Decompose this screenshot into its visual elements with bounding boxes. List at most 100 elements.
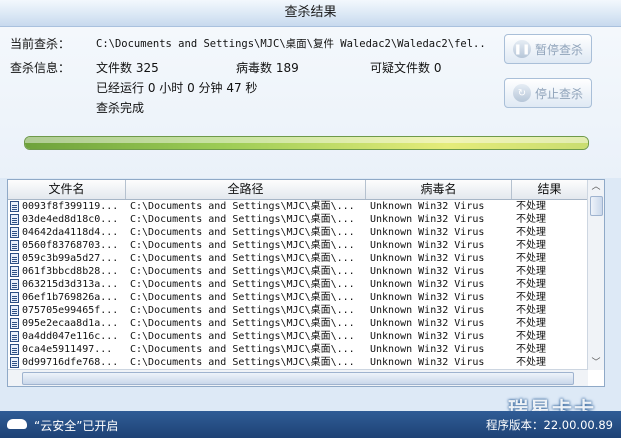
file-icon [10, 318, 19, 329]
stop-scan-button[interactable]: ↻ 停止查杀 [504, 78, 592, 108]
file-icon [10, 201, 19, 212]
scroll-down-icon[interactable]: ﹀ [588, 356, 604, 370]
cell-virusname: Unknown Win32 Virus [370, 253, 485, 264]
scroll-up-icon[interactable]: ︿ [588, 180, 604, 194]
cell-fullpath: C:\Documents and Settings\MJC\桌面\... [130, 253, 355, 264]
table-row[interactable]: 0a4dd047e116c... C:\Documents and Setting… [8, 330, 588, 343]
table-body: 0093f8f399119... C:\Documents and Setting… [8, 200, 588, 382]
cell-filename: 063215d3d313a... [22, 279, 119, 290]
cell-filename: 06ef1b769826a... [22, 292, 119, 303]
table-row[interactable]: 03de4ed8d18c0... C:\Documents and Setting… [8, 213, 588, 226]
column-header-fullpath[interactable]: 全路径 [126, 180, 366, 199]
cell-virusname: Unknown Win32 Virus [370, 292, 485, 303]
cell-virusname: Unknown Win32 Virus [370, 201, 485, 212]
column-header-result[interactable]: 结果 [512, 180, 588, 199]
cloud-security-status: “云安全”已开启 [34, 419, 119, 433]
cell-result: 不处理 [516, 292, 546, 303]
vertical-scroll-thumb[interactable] [590, 196, 603, 216]
cell-fullpath: C:\Documents and Settings\MJC\桌面\... [130, 214, 355, 225]
cell-result: 不处理 [516, 318, 546, 329]
cell-filename: 0ca4e5911497... [22, 344, 113, 355]
cell-virusname: Unknown Win32 Virus [370, 305, 485, 316]
cell-virusname: Unknown Win32 Virus [370, 344, 485, 355]
vertical-scrollbar[interactable]: ︿ ﹀ [587, 180, 604, 370]
cell-filename: 03de4ed8d18c0... [22, 214, 119, 225]
table-row[interactable]: 0d99716dfe768... C:\Documents and Setting… [8, 356, 588, 369]
cell-virusname: Unknown Win32 Virus [370, 214, 485, 225]
table-row[interactable]: 095e2ecaa8d1a... C:\Documents and Setting… [8, 317, 588, 330]
results-table: 文件名 全路径 病毒名 结果 0093f8f399119... C:\Docume… [7, 179, 605, 387]
cell-fullpath: C:\Documents and Settings\MJC\桌面\... [130, 201, 355, 212]
cell-fullpath: C:\Documents and Settings\MJC\桌面\... [130, 357, 355, 368]
cell-virusname: Unknown Win32 Virus [370, 331, 485, 342]
cell-fullpath: C:\Documents and Settings\MJC\桌面\... [130, 318, 355, 329]
cell-filename: 059c3b99a5d27... [22, 253, 119, 264]
runtime: 已经运行 0 小时 0 分钟 47 秒 [96, 81, 258, 95]
table-row[interactable]: 06ef1b769826a... C:\Documents and Setting… [8, 291, 588, 304]
cell-filename: 0d99716dfe768... [22, 357, 119, 368]
table-row[interactable]: 0ca4e5911497... C:\Documents and Settings… [8, 343, 588, 356]
horizontal-scrollbar[interactable] [8, 369, 588, 386]
cell-fullpath: C:\Documents and Settings\MJC\桌面\... [130, 279, 355, 290]
scan-info-panel: 当前查杀： C:\Documents and Settings\MJC\桌面\复… [0, 27, 621, 178]
cell-filename: 095e2ecaa8d1a... [22, 318, 119, 329]
cell-result: 不处理 [516, 305, 546, 316]
stop-scan-label: 停止查杀 [534, 86, 583, 101]
column-header-virusname[interactable]: 病毒名 [366, 180, 512, 199]
cell-result: 不处理 [516, 344, 546, 355]
pause-icon: ❚❚ [512, 40, 531, 58]
file-icon [10, 344, 19, 355]
suspicious-count: 可疑文件数 0 [370, 61, 442, 75]
cell-fullpath: C:\Documents and Settings\MJC\桌面\... [130, 240, 355, 251]
cell-filename: 075705e99465f... [22, 305, 119, 316]
cell-result: 不处理 [516, 253, 546, 264]
file-icon [10, 240, 19, 251]
file-icon [10, 292, 19, 303]
cell-result: 不处理 [516, 331, 546, 342]
cell-virusname: Unknown Win32 Virus [370, 357, 485, 368]
table-header: 文件名 全路径 病毒名 结果 [8, 180, 588, 200]
current-scan-path: C:\Documents and Settings\MJC\桌面\复件 Wale… [96, 38, 486, 50]
scan-status: 查杀完成 [96, 101, 145, 115]
file-icon [10, 253, 19, 264]
column-header-filename[interactable]: 文件名 [8, 180, 126, 199]
cell-virusname: Unknown Win32 Virus [370, 279, 485, 290]
scan-info-label: 查杀信息： [10, 61, 71, 75]
file-icon [10, 227, 19, 238]
cell-result: 不处理 [516, 214, 546, 225]
file-icon [10, 357, 19, 368]
pause-scan-button[interactable]: ❚❚ 暂停查杀 [504, 34, 592, 64]
cell-fullpath: C:\Documents and Settings\MJC\桌面\... [130, 344, 355, 355]
cell-fullpath: C:\Documents and Settings\MJC\桌面\... [130, 292, 355, 303]
table-row[interactable]: 0560f83768703... C:\Documents and Setting… [8, 239, 588, 252]
cell-filename: 0560f83768703... [22, 240, 119, 251]
cell-filename: 04642da4118d4... [22, 227, 119, 238]
cell-fullpath: C:\Documents and Settings\MJC\桌面\... [130, 266, 355, 277]
scan-progress-fill [25, 137, 588, 149]
scan-progress-bar [24, 136, 589, 150]
pause-scan-label: 暂停查杀 [534, 42, 583, 57]
horizontal-scroll-thumb[interactable] [22, 372, 574, 385]
cell-virusname: Unknown Win32 Virus [370, 266, 485, 277]
cell-filename: 0093f8f399119... [22, 201, 119, 212]
cell-result: 不处理 [516, 227, 546, 238]
cell-result: 不处理 [516, 240, 546, 251]
table-row[interactable]: 061f3bbcd8b28... C:\Documents and Setting… [8, 265, 588, 278]
cell-fullpath: C:\Documents and Settings\MJC\桌面\... [130, 305, 355, 316]
table-row[interactable]: 059c3b99a5d27... C:\Documents and Setting… [8, 252, 588, 265]
table-row[interactable]: 063215d3d313a... C:\Documents and Setting… [8, 278, 588, 291]
table-row[interactable]: 075705e99465f... C:\Documents and Setting… [8, 304, 588, 317]
cell-fullpath: C:\Documents and Settings\MJC\桌面\... [130, 227, 355, 238]
virus-count: 病毒数 189 [236, 61, 299, 75]
cell-result: 不处理 [516, 201, 546, 212]
current-scan-label: 当前查杀： [10, 37, 71, 51]
cloud-icon [7, 419, 27, 429]
stop-icon: ↻ [512, 84, 531, 102]
cell-virusname: Unknown Win32 Virus [370, 240, 485, 251]
table-row[interactable]: 04642da4118d4... C:\Documents and Setting… [8, 226, 588, 239]
table-row[interactable]: 0093f8f399119... C:\Documents and Setting… [8, 200, 588, 213]
status-bar: “云安全”已开启 程序版本：22.00.00.89 [0, 411, 621, 438]
file-icon [10, 331, 19, 342]
file-icon [10, 279, 19, 290]
cell-virusname: Unknown Win32 Virus [370, 318, 485, 329]
